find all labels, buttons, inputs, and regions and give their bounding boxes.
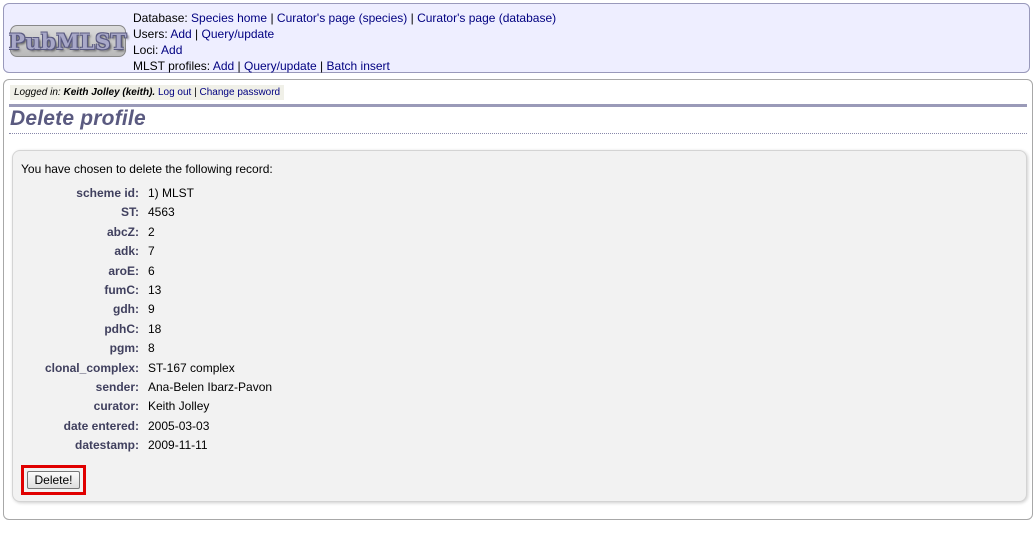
separator: | xyxy=(410,11,414,25)
menu-row-users: Users: Add | Query/update xyxy=(133,26,556,42)
link-species-home[interactable]: Species home xyxy=(191,11,267,25)
record-row: clonal_complex: ST-167 complex xyxy=(13,361,513,380)
menu-row-loci: Loci: Add xyxy=(133,42,556,58)
record-label: curator: xyxy=(93,399,139,414)
record-label: date entered: xyxy=(63,418,139,433)
title-rule-bottom xyxy=(9,133,1027,134)
record-value: Ana-Belen Ibarz-Pavon xyxy=(148,379,273,394)
site-header: PubMLST Database: Species home | Curator… xyxy=(3,3,1030,73)
page-title: Delete profile xyxy=(10,107,146,130)
record-value: 4563 xyxy=(148,205,175,220)
record-value: 9 xyxy=(148,302,155,317)
delete-record-box: You have chosen to delete the following … xyxy=(12,150,1027,502)
separator: | xyxy=(195,27,199,41)
record-label: fumC: xyxy=(104,282,139,297)
record-row: fumC: 13 xyxy=(13,283,513,302)
link-users-add[interactable]: Add xyxy=(170,27,191,41)
record-value: ST-167 complex xyxy=(148,360,235,375)
link-users-query-update[interactable]: Query/update xyxy=(202,27,275,41)
record-row: adk: 7 xyxy=(13,244,513,263)
record-row: ST: 4563 xyxy=(13,205,513,224)
login-user: Keith Jolley (keith). xyxy=(63,87,156,98)
logout-link[interactable]: Log out xyxy=(158,87,191,98)
link-curators-page-species[interactable]: Curator's page (species) xyxy=(277,11,407,25)
intro-text: You have chosen to delete the following … xyxy=(21,162,273,176)
record-label: aroE: xyxy=(108,263,139,278)
record-value: 2009-11-11 xyxy=(148,438,208,453)
record-row: gdh: 9 xyxy=(13,302,513,321)
record-label: pgm: xyxy=(109,341,139,356)
record-label: datestamp: xyxy=(74,438,139,453)
main-panel: Logged in: Keith Jolley (keith). Log out… xyxy=(3,79,1033,520)
curator-menu: Database: Species home | Curator's page … xyxy=(133,10,556,74)
record-row: pdhC: 18 xyxy=(13,322,513,341)
record-value: 2005-03-03 xyxy=(148,418,210,433)
record-row: curator: Keith Jolley xyxy=(13,399,513,418)
record-value: 18 xyxy=(148,321,162,336)
record-value: Keith Jolley xyxy=(148,399,210,414)
record-row: sender: Ana-Belen Ibarz-Pavon xyxy=(13,380,513,399)
link-profiles-add[interactable]: Add xyxy=(213,59,234,73)
menu-row-mlst-profiles: MLST profiles: Add | Query/update | Batc… xyxy=(133,58,556,74)
record-label: scheme id: xyxy=(76,186,139,200)
separator: | xyxy=(237,59,241,73)
record-row: datestamp: 2009-11-11 xyxy=(13,438,513,457)
menu-row-database: Database: Species home | Curator's page … xyxy=(133,10,556,26)
menu-label-mlst-profiles: MLST profiles: xyxy=(133,59,211,73)
separator: | xyxy=(270,11,274,25)
record-value: 6 xyxy=(148,263,155,278)
link-profiles-batch-insert[interactable]: Batch insert xyxy=(327,59,390,73)
record-row: scheme id: 1) MLST xyxy=(13,186,513,205)
record-label: abcZ: xyxy=(106,224,139,239)
record-value: 1) MLST xyxy=(148,186,195,200)
record-label: clonal_complex: xyxy=(44,360,139,375)
login-user-wrap: Keith Jolley (keith). xyxy=(64,87,156,98)
record-label: pdhC: xyxy=(104,321,139,336)
record-row: date entered: 2005-03-03 xyxy=(13,419,513,438)
logo-text: PubMLST xyxy=(8,28,128,54)
delete-button-highlight: Delete! xyxy=(21,465,86,495)
delete-button[interactable]: Delete! xyxy=(27,471,80,489)
record-value: 8 xyxy=(148,341,155,356)
separator: | xyxy=(194,87,197,98)
record-row: abcZ: 2 xyxy=(13,225,513,244)
title-rule-top xyxy=(9,104,1027,107)
record-row: pgm: 8 xyxy=(13,341,513,360)
record-value: 7 xyxy=(148,244,155,259)
link-profiles-query-update[interactable]: Query/update xyxy=(244,59,317,73)
record-label: gdh: xyxy=(113,302,139,317)
record-details: scheme id: 1) MLST ST: 4563 abcZ: 2 adk: 7 aroE:… xyxy=(13,186,513,457)
record-row: aroE: 6 xyxy=(13,264,513,283)
menu-label-loci: Loci: xyxy=(133,43,159,57)
record-label: adk: xyxy=(114,244,139,259)
menu-label-users: Users: xyxy=(133,27,168,41)
record-label: ST: xyxy=(121,205,139,220)
link-curators-page-database[interactable]: Curator's page (database) xyxy=(417,11,556,25)
menu-label-database: Database: xyxy=(133,11,188,25)
record-value: 13 xyxy=(148,282,162,297)
change-password-link[interactable]: Change password xyxy=(200,87,281,98)
pubmlst-logo[interactable]: PubMLST xyxy=(8,25,128,57)
link-loci-add[interactable]: Add xyxy=(161,43,182,57)
separator: | xyxy=(320,59,324,73)
login-status-bar: Logged in: Keith Jolley (keith). Log out… xyxy=(10,85,285,100)
login-prefix: Logged in: xyxy=(14,87,61,98)
record-value: 2 xyxy=(148,224,155,239)
record-label: sender: xyxy=(95,379,139,394)
